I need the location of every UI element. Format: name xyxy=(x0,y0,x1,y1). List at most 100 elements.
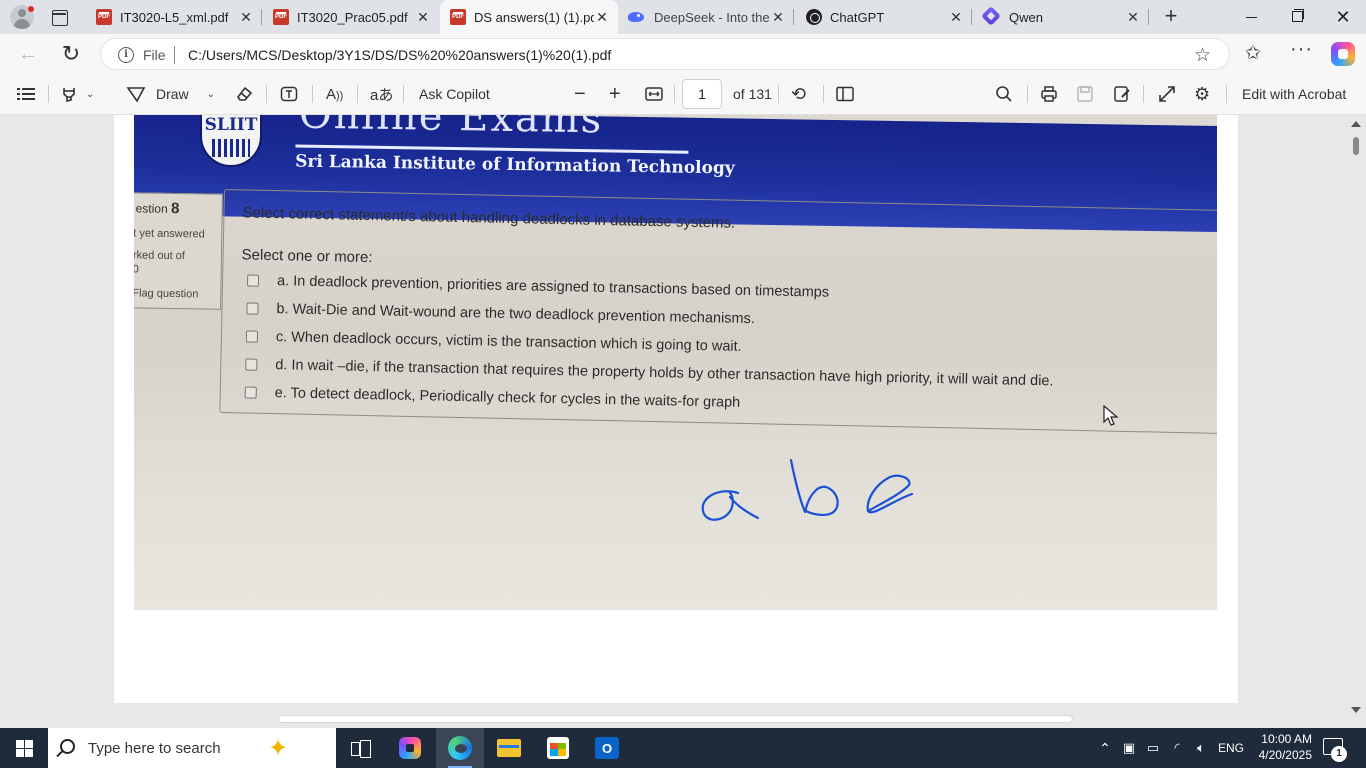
task-view-button[interactable] xyxy=(336,728,384,768)
ask-copilot-label: Ask Copilot xyxy=(419,86,490,102)
restore-button[interactable] xyxy=(1274,0,1320,34)
vertical-scrollbar[interactable] xyxy=(1346,115,1366,728)
info-icon[interactable]: i xyxy=(118,47,134,63)
taskbar-search[interactable]: Type here to search ✦ xyxy=(48,728,336,768)
minus-icon: − xyxy=(574,82,586,105)
erase-button[interactable] xyxy=(235,74,253,114)
tab-strip: PDF IT3020-L5_xml.pdf ✕ PDF IT3020_Prac0… xyxy=(0,0,1366,34)
pdf-viewer[interactable]: Online Exams Sri Lanka Institute of Info… xyxy=(0,115,1366,728)
save-as-icon xyxy=(1114,86,1130,102)
profile-notification-dot xyxy=(28,6,34,12)
time: 10:00 AM xyxy=(1261,732,1312,746)
fit-to-width-button[interactable] xyxy=(645,74,663,114)
eraser-icon xyxy=(237,86,253,101)
clock[interactable]: 10:00 AM 4/20/2025 xyxy=(1252,731,1312,763)
settings-button[interactable]: ⚙ xyxy=(1194,74,1210,114)
full-screen-button[interactable] xyxy=(1158,74,1176,114)
window-close-button[interactable]: ✕ xyxy=(1320,0,1366,34)
store-icon xyxy=(547,737,569,759)
taskbar: Type here to search ✦ O ⌃ ▣ ▭ ◜ 🔈︎ ENG 1… xyxy=(0,728,1366,768)
outlook-icon: O xyxy=(595,737,619,759)
zoom-in-button[interactable]: + xyxy=(609,74,621,114)
page-view-icon xyxy=(836,86,854,102)
contents-button[interactable] xyxy=(17,74,35,114)
notification-badge: 1 xyxy=(1331,746,1347,762)
ask-copilot-button[interactable]: Ask Copilot xyxy=(419,74,490,114)
volume-icon[interactable]: 🔈︎ xyxy=(1190,728,1212,768)
close-icon[interactable]: ✕ xyxy=(1125,9,1141,25)
rotate-button[interactable]: ⟲ xyxy=(791,74,806,114)
close-icon[interactable]: ✕ xyxy=(770,9,786,25)
language-indicator[interactable]: ENG xyxy=(1216,728,1246,768)
save-as-button[interactable] xyxy=(1113,74,1131,114)
plus-icon: + xyxy=(609,82,621,105)
find-button[interactable] xyxy=(995,74,1013,114)
show-hidden-icons-button[interactable]: ⌃ xyxy=(1095,728,1115,768)
horizontal-scrollbar[interactable] xyxy=(278,715,1073,723)
scheme-label: File xyxy=(143,47,166,63)
close-icon[interactable]: ✕ xyxy=(948,9,964,25)
back-button[interactable]: ← xyxy=(13,39,43,69)
copilot-icon[interactable] xyxy=(1331,42,1355,66)
translate-button[interactable]: aあ xyxy=(370,74,393,114)
edit-with-acrobat-button[interactable]: Edit with Acrobat xyxy=(1242,74,1346,114)
gear-icon: ⚙ xyxy=(1194,83,1211,104)
page-number-input[interactable]: 1 xyxy=(682,79,722,109)
print-icon xyxy=(1041,86,1057,102)
store-app[interactable] xyxy=(534,728,582,768)
close-icon[interactable]: ✕ xyxy=(415,9,431,25)
tab-it3020-prac05[interactable]: PDF IT3020_Prac05.pdf ✕ xyxy=(263,0,439,34)
tab-it3020-l5[interactable]: PDF IT3020-L5_xml.pdf ✕ xyxy=(86,0,262,34)
close-icon[interactable]: ✕ xyxy=(594,9,610,25)
file-explorer-app[interactable] xyxy=(485,728,533,768)
highlight-button[interactable]: ⌄ xyxy=(60,74,94,114)
tab-title: Qwen xyxy=(1009,9,1043,25)
read-aloud-button[interactable]: A)) xyxy=(326,74,343,114)
tab-title: IT3020-L5_xml.pdf xyxy=(120,9,229,25)
minimize-button[interactable] xyxy=(1228,0,1274,34)
search-icon xyxy=(996,86,1012,102)
search-icon xyxy=(60,739,75,754)
edge-app[interactable] xyxy=(436,728,484,768)
page-view-button[interactable] xyxy=(836,74,854,114)
scroll-down-icon[interactable] xyxy=(1351,707,1361,713)
address-bar[interactable]: i File C:/Users/MCS/Desktop/3Y1S/DS/DS%2… xyxy=(100,38,1230,70)
copilot-icon xyxy=(399,737,421,759)
favorites-icon[interactable]: ✩ xyxy=(1245,42,1261,65)
highlighter-icon xyxy=(63,88,75,103)
battery-icon[interactable]: ▭ xyxy=(1142,728,1164,768)
wifi-icon[interactable]: ◜ xyxy=(1166,728,1188,768)
chevron-down-icon[interactable]: ⌄ xyxy=(86,89,94,100)
draw-button[interactable]: Draw ⌄ xyxy=(126,74,215,114)
tab-chatgpt[interactable]: ChatGPT ✕ xyxy=(796,0,972,34)
url-text[interactable]: C:/Users/MCS/Desktop/3Y1S/DS/DS%20%20ans… xyxy=(188,47,611,63)
save-icon xyxy=(1077,86,1093,102)
favorite-star-icon[interactable]: ☆ xyxy=(1194,44,1211,67)
scroll-thumb[interactable] xyxy=(1353,137,1359,155)
tab-qwen[interactable]: Qwen ✕ xyxy=(973,0,1149,34)
new-tab-button[interactable]: + xyxy=(1160,5,1182,28)
tab-deepseek[interactable]: DeepSeek - Into the U ✕ xyxy=(618,0,794,34)
add-text-button[interactable] xyxy=(280,74,298,114)
chevron-down-icon[interactable]: ⌄ xyxy=(207,89,215,100)
scroll-up-icon[interactable] xyxy=(1351,121,1361,127)
copilot-app[interactable] xyxy=(386,728,434,768)
search-placeholder: Type here to search xyxy=(88,740,221,757)
print-button[interactable] xyxy=(1040,74,1058,114)
meet-now-icon[interactable]: ▣ xyxy=(1118,728,1140,768)
tab-actions-icon[interactable] xyxy=(50,8,68,26)
tab-ds-answers[interactable]: PDF DS answers(1) (1).pdf ✕ xyxy=(440,0,618,34)
rotate-icon: ⟲ xyxy=(791,83,807,104)
sparkle-icon: ✦ xyxy=(268,735,289,762)
reload-button[interactable]: ↻ xyxy=(56,39,86,69)
pdf-icon: PDF xyxy=(273,9,289,25)
more-options-icon[interactable]: ··· xyxy=(1290,38,1313,61)
outlook-app[interactable]: O xyxy=(583,728,631,768)
tab-title: DS answers(1) (1).pdf xyxy=(474,9,594,25)
tab-title: DeepSeek - Into the U xyxy=(654,9,770,25)
zoom-out-button[interactable]: − xyxy=(574,74,586,114)
save-button[interactable] xyxy=(1076,74,1094,114)
tab-title: ChatGPT xyxy=(830,9,885,25)
start-button[interactable] xyxy=(0,728,48,768)
close-icon[interactable]: ✕ xyxy=(238,9,254,25)
